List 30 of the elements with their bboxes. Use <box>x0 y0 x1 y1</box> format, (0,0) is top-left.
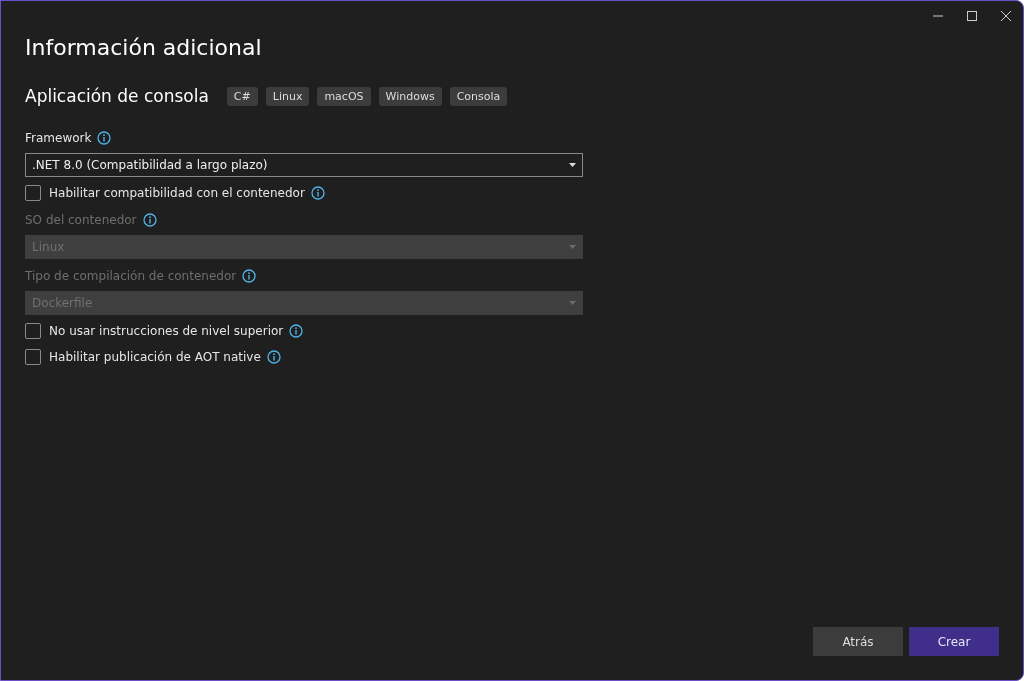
tag: Windows <box>378 86 442 106</box>
close-icon <box>1001 11 1011 21</box>
info-icon[interactable] <box>289 324 304 338</box>
maximize-icon <box>967 11 977 21</box>
caret-icon <box>569 245 576 249</box>
caret-icon <box>569 163 576 167</box>
checkbox-label: Habilitar publicación de AOT native <box>49 350 261 364</box>
back-button[interactable]: Atrás <box>813 627 903 656</box>
window-title: Información adicional <box>25 35 263 60</box>
tag: Consola <box>449 86 508 106</box>
info-icon[interactable] <box>310 186 325 200</box>
info-icon[interactable] <box>97 131 112 145</box>
field-label: Tipo de compilación de contenedor <box>25 269 237 283</box>
dropdown[interactable]: .NET 8.0 (Compatibilidad a largo plazo) <box>25 153 583 177</box>
tag: macOS <box>317 86 371 106</box>
checkbox[interactable] <box>25 323 41 339</box>
caret-icon <box>569 301 576 305</box>
tag: Linux <box>265 86 310 106</box>
checkbox-label: No usar instrucciones de nivel superior <box>49 324 284 338</box>
field-label: SO del contenedor <box>25 213 137 227</box>
checkbox-label: Habilitar compatibilidad con el contenedor <box>49 186 305 200</box>
info-icon[interactable] <box>142 213 157 227</box>
create-button[interactable]: Crear <box>909 627 999 656</box>
tag: C# <box>226 86 258 106</box>
info-icon[interactable] <box>242 269 257 283</box>
field-label: Framework <box>25 131 92 145</box>
checkbox[interactable] <box>25 185 41 201</box>
info-icon[interactable] <box>266 350 281 364</box>
project-name: Aplicación de consola <box>25 86 209 106</box>
checkbox[interactable] <box>25 349 41 365</box>
